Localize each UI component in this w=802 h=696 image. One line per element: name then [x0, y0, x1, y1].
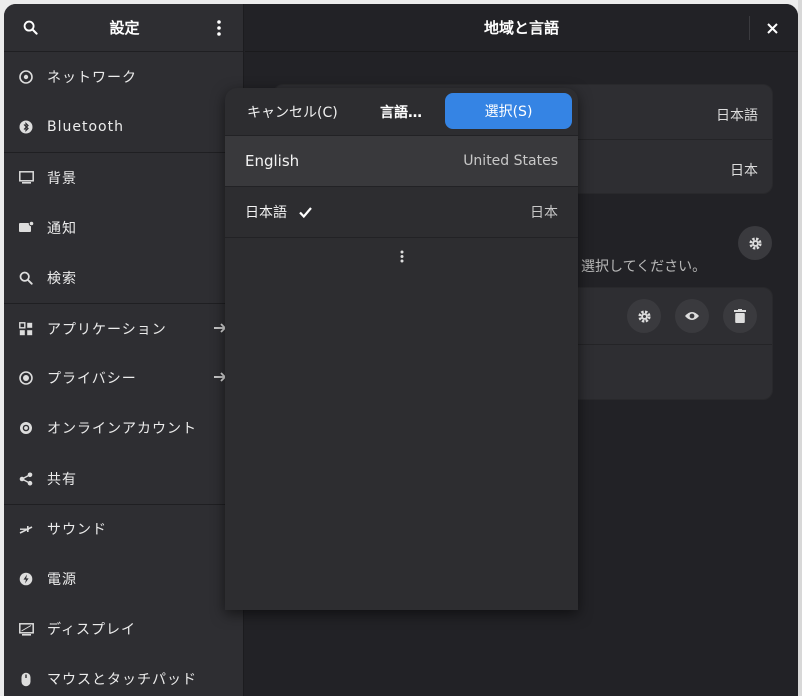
- language-name: 日本語: [245, 205, 287, 221]
- header-separator: [749, 16, 750, 40]
- language-name: English: [245, 152, 300, 170]
- sidebar-item-sound[interactable]: サウンド: [4, 503, 243, 554]
- display-icon: [18, 621, 34, 637]
- sidebar: 設定 ネットワーク Bluetooth 背景 通知 検索 アプリケーション プラ…: [4, 4, 244, 696]
- select-button[interactable]: 選択(S): [445, 93, 572, 129]
- sidebar-item-display[interactable]: ディスプレイ: [4, 604, 243, 654]
- cancel-button[interactable]: キャンセル(C): [247, 102, 338, 122]
- online-accounts-icon: [18, 420, 34, 436]
- sidebar-item-label: マウスとタッチパッド: [47, 672, 197, 689]
- page-title: 地域と言語: [483, 19, 559, 37]
- input-preview-button[interactable]: [675, 299, 709, 333]
- sidebar-item-label: アプリケーション: [47, 321, 167, 338]
- more-languages-row[interactable]: [225, 237, 578, 277]
- mouse-icon: [18, 671, 34, 687]
- sidebar-item-label: ネットワーク: [47, 70, 137, 87]
- formats-value[interactable]: 日本: [730, 160, 758, 180]
- menu-kebab-icon[interactable]: [209, 18, 229, 38]
- sidebar-item-power[interactable]: 電源: [4, 554, 243, 604]
- settings-gear-button[interactable]: [738, 226, 772, 260]
- language-region: United States: [463, 153, 558, 169]
- language-value[interactable]: 日本語: [716, 105, 758, 125]
- notifications-icon: [18, 220, 34, 236]
- search-icon: [18, 270, 34, 286]
- sidebar-item-sharing[interactable]: 共有: [4, 454, 243, 504]
- close-icon[interactable]: [762, 18, 782, 38]
- sidebar-item-label: ディスプレイ: [47, 622, 137, 639]
- sidebar-item-label: 背景: [47, 170, 77, 187]
- sidebar-item-label: 検索: [47, 270, 77, 287]
- sidebar-item-privacy[interactable]: プライバシー: [4, 353, 243, 403]
- input-settings-button[interactable]: [627, 299, 661, 333]
- sidebar-item-mouse[interactable]: マウスとタッチパッド: [4, 654, 243, 696]
- sidebar-item-online-accounts[interactable]: オンラインアカウント: [4, 403, 243, 453]
- hint-text: 選択してください。: [581, 259, 707, 275]
- desktop-background-edge: [798, 0, 802, 696]
- sidebar-item-search[interactable]: 検索: [4, 253, 243, 303]
- search-icon[interactable]: [20, 18, 40, 38]
- sidebar-item-label: プライバシー: [47, 371, 137, 388]
- sidebar-item-notifications[interactable]: 通知: [4, 203, 243, 253]
- sidebar-item-label: 電源: [47, 571, 77, 588]
- bluetooth-icon: [18, 119, 34, 135]
- sidebar-item-label: Bluetooth: [47, 119, 124, 136]
- input-remove-button[interactable]: [723, 299, 757, 333]
- sidebar-item-label: 共有: [47, 471, 77, 488]
- sidebar-item-label: サウンド: [47, 522, 107, 539]
- sidebar-item-background[interactable]: 背景: [4, 152, 243, 202]
- privacy-icon: [18, 370, 34, 386]
- sidebar-header: 設定: [4, 4, 243, 52]
- sharing-icon: [18, 471, 34, 487]
- sidebar-item-bluetooth[interactable]: Bluetooth: [4, 102, 243, 152]
- language-row-english[interactable]: English United States: [225, 135, 578, 186]
- dialog-title: 言語…: [380, 105, 422, 121]
- sound-icon: [18, 521, 34, 537]
- sidebar-list: ネットワーク Bluetooth 背景 通知 検索 アプリケーション プライバシ…: [4, 52, 243, 696]
- language-chooser-dialog: キャンセル(C) 言語… 選択(S) English United States…: [225, 88, 578, 610]
- power-icon: [18, 571, 34, 587]
- sidebar-item-network[interactable]: ネットワーク: [4, 52, 243, 102]
- background-icon: [18, 170, 34, 186]
- language-row-japanese[interactable]: 日本語 日本: [225, 186, 578, 237]
- sidebar-item-label: オンラインアカウント: [47, 421, 197, 438]
- network-icon: [18, 69, 34, 85]
- apps-icon: [18, 321, 34, 337]
- main-header: 地域と言語: [245, 4, 798, 52]
- checkmark-icon: [299, 205, 313, 219]
- sidebar-item-label: 通知: [47, 220, 77, 237]
- sidebar-item-applications[interactable]: アプリケーション: [4, 302, 243, 353]
- more-vertical-icon: [400, 248, 404, 267]
- language-region: 日本: [530, 205, 558, 221]
- sidebar-title: 設定: [109, 19, 140, 37]
- dialog-header: キャンセル(C) 言語… 選択(S): [225, 88, 578, 134]
